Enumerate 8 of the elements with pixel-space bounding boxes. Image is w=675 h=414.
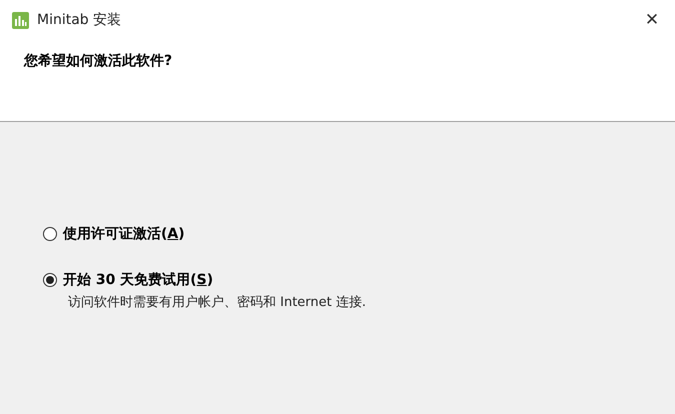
radio-label[interactable]: 使用许可证激活(A) [63, 225, 185, 243]
window-title: Minitab 安装 [37, 11, 122, 29]
radio-button[interactable] [43, 273, 57, 287]
bar-chart-icon [12, 12, 29, 28]
option-description: 访问软件时需要有用户帐户、密码和 Internet 连接. [68, 294, 368, 311]
radio-button[interactable] [43, 227, 57, 241]
question-heading: 您希望如何激活此软件? [24, 53, 172, 69]
radio-label[interactable]: 开始 30 天免费试用(S) [63, 271, 214, 289]
